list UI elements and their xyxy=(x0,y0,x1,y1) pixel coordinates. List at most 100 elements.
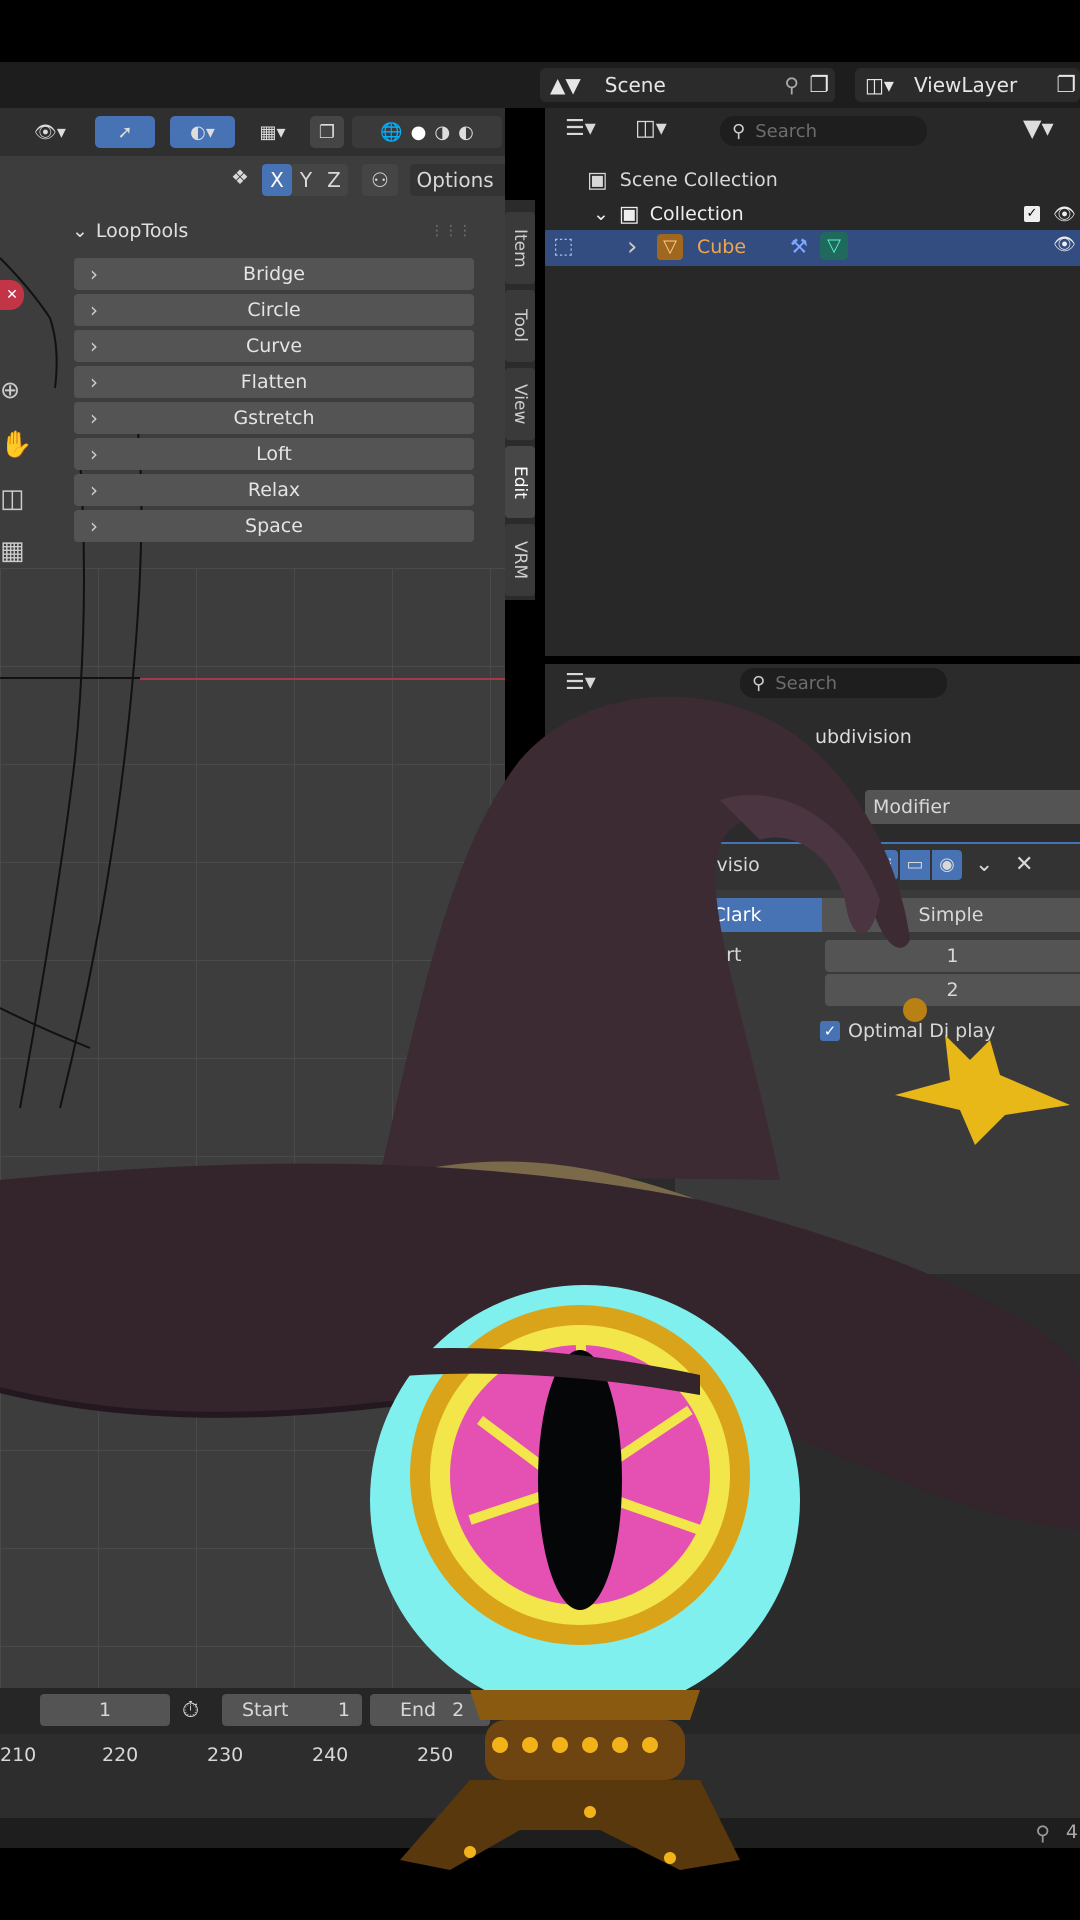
end-frame-field[interactable]: End 2 xyxy=(370,1694,490,1726)
grid-icon[interactable]: ▦ xyxy=(0,536,25,566)
toggle-xray-button[interactable]: ❐ xyxy=(310,116,344,148)
axis-x-toggle[interactable]: X xyxy=(262,164,292,196)
topology-mirror-button[interactable]: ⚇ xyxy=(362,164,398,196)
start-frame-field[interactable]: Start 1 xyxy=(222,1694,362,1726)
collection-row[interactable]: ⌄ ▣ Collection ✓ 👁 xyxy=(593,198,1080,230)
3d-viewport[interactable]: 👁▾ ➚ ◐▾ ▦▾ ❐ 🌐 ● ◑ ◐ ❖ X Y Z ⚇ Options ⌄… xyxy=(0,108,505,1688)
options-label: Options xyxy=(416,168,494,192)
camera-icon[interactable]: ◫ xyxy=(0,484,25,514)
xray-toggle[interactable]: ▦▾ xyxy=(245,116,300,148)
looptools-panel-header[interactable]: ⌄ LoopTools ⋮⋮⋮ xyxy=(72,214,472,248)
collection-label: Collection xyxy=(649,203,744,225)
looptools-space[interactable]: › Space xyxy=(74,510,474,542)
options-dropdown[interactable]: Options ⌄ xyxy=(410,164,505,196)
hand-pan-icon[interactable]: ✋ xyxy=(0,430,32,460)
material-shading-icon[interactable]: ◑ xyxy=(434,122,450,143)
add-modifier-button[interactable]: Modifier xyxy=(865,790,1080,824)
panel-title: LoopTools xyxy=(95,220,189,242)
visibility-dropdown[interactable]: 👁▾ xyxy=(20,116,80,148)
looptools-gstretch[interactable]: › Gstretch xyxy=(74,402,474,434)
outliner-search[interactable]: ⚲ Search xyxy=(720,116,927,146)
new-scene-icon[interactable]: ❐ xyxy=(809,73,829,98)
axis-z-toggle[interactable]: Z xyxy=(320,164,348,196)
looptools-relax[interactable]: › Relax xyxy=(74,474,474,506)
item-label: Loft xyxy=(256,443,292,465)
tab-edit[interactable]: Edit xyxy=(505,446,535,518)
gizmo-toggle[interactable]: ➚ xyxy=(95,116,155,148)
rendered-shading-icon[interactable]: ◐ xyxy=(458,122,474,143)
viewlayer-label: ViewLayer xyxy=(913,73,1018,97)
catmull-clark-button[interactable]: ull-Clark xyxy=(675,898,828,932)
viewlayer-icon: ◫▾ xyxy=(865,73,894,97)
mirror-icon[interactable]: ❖ xyxy=(225,160,255,194)
new-viewlayer-icon[interactable]: ❐ xyxy=(1056,73,1076,98)
looptools-circle[interactable]: › Circle xyxy=(74,294,474,326)
tab-item[interactable]: Item xyxy=(505,212,535,284)
object-label: Cube xyxy=(697,236,747,258)
optimal-display-label: Optimal Di play xyxy=(848,1020,996,1042)
simple-button[interactable]: Simple xyxy=(822,898,1080,932)
viewport-toggle-icon[interactable]: ▭ xyxy=(900,850,930,880)
timeline-ruler[interactable]: 210 220 230 240 250 xyxy=(0,1734,1080,1818)
drag-handle-icon[interactable]: ⋮⋮⋮ xyxy=(430,223,472,239)
filter-icon[interactable]: ▼▾ xyxy=(1023,114,1054,142)
edit-mode-icon[interactable]: ⬚ xyxy=(553,234,574,259)
collection-box-icon: ▣ xyxy=(587,167,608,193)
chevron-down-icon[interactable]: ⌄ xyxy=(975,852,993,877)
timeline: 1 ⏱ Start 1 End 2 210 220 230 240 250 xyxy=(0,1688,1080,1818)
modifier-header: ubdivisio ⬚ ▭ ◉ ⌄ ✕ xyxy=(675,844,1080,890)
overlay-toggle[interactable]: ◐▾ xyxy=(170,116,235,148)
looptools-flatten[interactable]: › Flatten xyxy=(74,366,474,398)
render-levels-field[interactable]: 2 xyxy=(825,974,1080,1006)
tab-vrm[interactable]: VRM xyxy=(505,524,535,596)
editmode-toggle-icon[interactable]: ⬚ xyxy=(870,850,898,880)
stopwatch-icon[interactable]: ⏱ xyxy=(182,1698,199,1723)
start-label: Start xyxy=(242,1699,289,1721)
close-icon[interactable]: ✕ xyxy=(1015,852,1033,877)
display-mode-dropdown[interactable]: ☰▾ xyxy=(565,116,596,141)
search-icon: ⚲ xyxy=(732,120,746,142)
scene-collection-row[interactable]: ▣ Scene Collection xyxy=(587,164,778,196)
scene-selector[interactable]: ▲▼ Scene ⚲ ❐ xyxy=(540,68,835,102)
pin-icon[interactable]: ⚲ xyxy=(784,73,799,97)
cube-row[interactable]: ⬚ › ▽ Cube ⚒ ▽ 👁 xyxy=(545,230,1080,266)
viewlayer-selector[interactable]: ◫▾ ViewLayer ❐ xyxy=(855,68,1080,102)
looptools-curve[interactable]: › Curve xyxy=(74,330,474,362)
properties-search[interactable]: ⚲ Search xyxy=(740,668,947,698)
end-value: 2 xyxy=(452,1699,465,1721)
tick-label: 240 xyxy=(312,1744,349,1766)
wrench-icon[interactable]: ⚒ xyxy=(790,234,808,258)
chevron-right-icon[interactable]: › xyxy=(627,232,637,262)
current-frame-field[interactable]: 1 xyxy=(40,1694,170,1726)
end-label: End xyxy=(400,1699,437,1721)
top-header-bar: ▲▼ Scene ⚲ ❐ ◫▾ ViewLayer ❐ xyxy=(0,62,1080,108)
shading-modes[interactable]: 🌐 ● ◑ ◐ xyxy=(352,116,502,148)
item-label: Flatten xyxy=(240,371,308,393)
chevron-down-icon[interactable]: ⌄ xyxy=(593,203,609,225)
search-placeholder: Search xyxy=(775,672,838,694)
solid-shading-icon[interactable]: ● xyxy=(411,122,427,143)
scene-collection-label: Scene Collection xyxy=(619,169,778,191)
chevron-down-icon: ⌄ xyxy=(72,220,88,242)
looptools-loft[interactable]: › Loft xyxy=(74,438,474,470)
mesh-data-icon[interactable]: ▽ xyxy=(820,232,848,260)
editor-type-dropdown[interactable]: ☰▾ xyxy=(565,670,596,695)
properties-icon: ☰▾ xyxy=(565,670,596,695)
chevron-down-icon: ⌄ xyxy=(502,168,505,192)
viewport-levels-field[interactable]: 1 xyxy=(825,940,1080,972)
optimal-display-checkbox[interactable]: ✓ Optimal Di play xyxy=(820,1020,995,1042)
eye-icon[interactable]: 👁 xyxy=(1053,234,1076,255)
status-text: 4 xyxy=(1065,1821,1078,1843)
axis-y-toggle[interactable]: Y xyxy=(292,164,320,196)
looptools-bridge[interactable]: › Bridge xyxy=(74,258,474,290)
tab-tool[interactable]: Tool xyxy=(505,290,535,362)
wireframe-shading-icon[interactable]: 🌐 xyxy=(380,122,402,143)
tab-view[interactable]: View xyxy=(505,368,535,440)
item-label: Circle xyxy=(247,299,301,321)
checkbox-icon[interactable]: ✓ xyxy=(1024,206,1040,222)
render-toggle-icon[interactable]: ◉ xyxy=(932,850,962,880)
eye-icon[interactable]: 👁 xyxy=(1053,204,1076,225)
list-icon: ☰▾ xyxy=(565,116,596,141)
cursor-icon[interactable]: ⊕ xyxy=(0,376,20,404)
filter-view-dropdown[interactable]: ◫▾ xyxy=(635,116,667,141)
